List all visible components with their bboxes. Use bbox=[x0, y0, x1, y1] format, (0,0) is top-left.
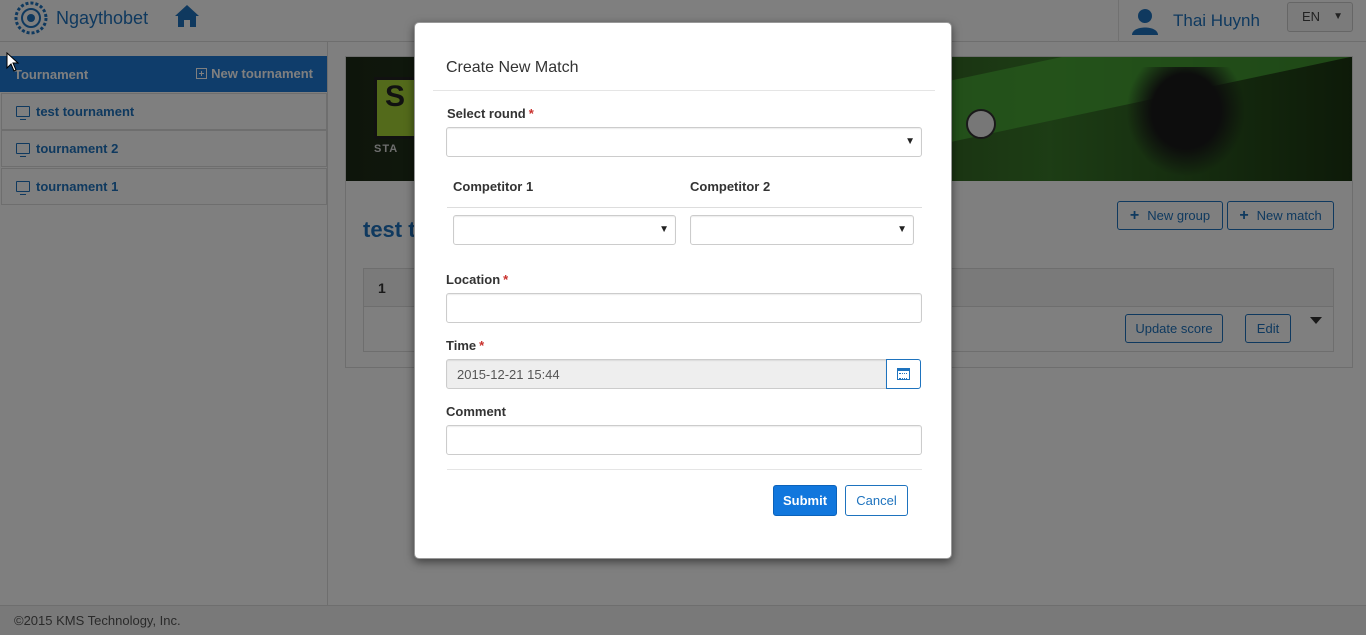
comment-input[interactable] bbox=[446, 425, 922, 455]
select-round-label-text: Select round bbox=[447, 106, 526, 121]
divider bbox=[433, 90, 935, 91]
location-input[interactable] bbox=[446, 293, 922, 323]
required-mark: * bbox=[503, 272, 509, 287]
divider bbox=[447, 207, 922, 208]
time-input[interactable]: 2015-12-21 15:44 bbox=[446, 359, 887, 389]
competitor2-label: Competitor 2 bbox=[690, 179, 771, 194]
location-label: Location * bbox=[446, 272, 508, 287]
required-mark: * bbox=[479, 338, 485, 353]
create-match-modal: Create New Match Select round * ▼ Competi… bbox=[414, 22, 952, 559]
chevron-down-icon: ▼ bbox=[659, 224, 669, 235]
chevron-down-icon: ▼ bbox=[905, 136, 915, 147]
time-label-text: Time bbox=[446, 338, 477, 353]
submit-button[interactable]: Submit bbox=[773, 485, 837, 516]
comment-label: Comment bbox=[446, 404, 506, 419]
location-label-text: Location bbox=[446, 272, 501, 287]
time-label: Time * bbox=[446, 338, 484, 353]
competitor1-select[interactable]: ▼ bbox=[453, 215, 676, 245]
chevron-down-icon: ▼ bbox=[897, 224, 907, 235]
calendar-button[interactable] bbox=[886, 359, 921, 389]
competitor2-select[interactable]: ▼ bbox=[690, 215, 914, 245]
competitor1-label: Competitor 1 bbox=[453, 179, 534, 194]
divider bbox=[447, 469, 922, 470]
cancel-button[interactable]: Cancel bbox=[845, 485, 908, 516]
select-round-dropdown[interactable]: ▼ bbox=[446, 127, 922, 157]
calendar-icon bbox=[897, 368, 910, 380]
select-round-label: Select round * bbox=[447, 106, 534, 121]
required-mark: * bbox=[528, 106, 534, 121]
cursor-icon bbox=[6, 52, 20, 72]
modal-title: Create New Match bbox=[446, 59, 579, 76]
